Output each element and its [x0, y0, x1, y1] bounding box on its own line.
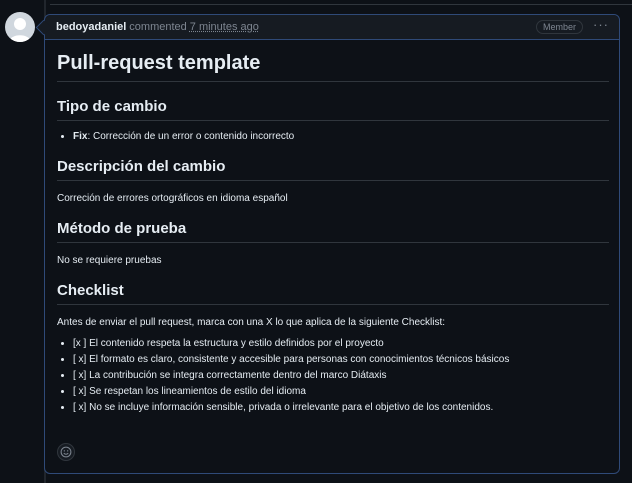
kebab-horizontal-icon[interactable]: ···	[593, 18, 609, 34]
member-badge: Member	[535, 20, 583, 34]
heading-checklist: Checklist	[57, 282, 609, 305]
avatar[interactable]	[5, 12, 35, 42]
comment-timestamp[interactable]: 7 minutes ago	[190, 21, 259, 33]
list-item: [ x] Se respetan los lineamientos de est…	[73, 386, 609, 397]
comment-action: commented	[129, 21, 187, 33]
list-item: [ x] El formato es claro, consistente y …	[73, 354, 609, 365]
comment-box: bedoyadaniel commented 7 minutes ago Mem…	[44, 14, 620, 474]
default-avatar-icon	[9, 18, 31, 42]
type-list: Fix: Corrección de un error o contenido …	[57, 131, 609, 142]
description-text: Correción de errores ortográficos en idi…	[57, 193, 288, 204]
heading-descripcion: Descripción del cambio	[57, 158, 609, 181]
heading-tipo-de-cambio: Tipo de cambio	[57, 98, 609, 121]
list-item: Fix: Corrección de un error o contenido …	[73, 131, 609, 142]
checklist: [x ] El contenido respeta la estructura …	[57, 338, 609, 413]
list-item: [x ] El contenido respeta la estructura …	[73, 338, 609, 349]
comment-body: Pull-request template Tipo de cambio Fix…	[45, 52, 619, 413]
heading-metodo-de-prueba: Método de prueba	[57, 220, 609, 243]
test-text: No se requiere pruebas	[57, 255, 162, 266]
page-title: Pull-request template	[57, 52, 609, 82]
comment-author[interactable]: bedoyadaniel	[56, 21, 126, 33]
comment-header: bedoyadaniel commented 7 minutes ago Mem…	[45, 15, 619, 40]
smiley-icon	[60, 446, 72, 458]
list-item: [ x] No se incluye información sensible,…	[73, 402, 609, 413]
list-item: [ x] La contribución se integra correcta…	[73, 370, 609, 381]
checklist-intro: Antes de enviar el pull request, marca c…	[57, 317, 446, 328]
top-divider	[50, 0, 632, 5]
add-reaction-button[interactable]	[57, 443, 75, 461]
